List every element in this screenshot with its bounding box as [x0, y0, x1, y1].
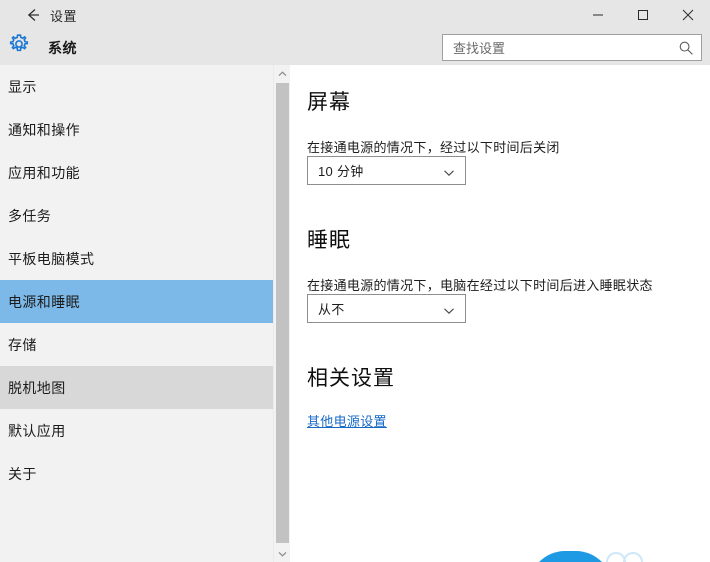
screen-timeout-value: 10 分钟: [318, 164, 364, 179]
chevron-down-icon: [278, 551, 286, 557]
related-settings-title: 相关设置: [307, 367, 395, 390]
back-button[interactable]: [18, 0, 48, 30]
sidebar-item-label: 应用和功能: [8, 164, 80, 181]
gear-icon: [8, 33, 30, 55]
sidebar-item-multitasking[interactable]: 多任务: [0, 194, 273, 237]
maximize-button[interactable]: [620, 0, 665, 30]
close-button[interactable]: [665, 0, 710, 30]
chevron-down-icon: [443, 304, 455, 316]
sidebar-nav: 显示 通知和操作 应用和功能 多任务 平板电脑模式 电源和睡眠 存储 脱机地图 …: [0, 65, 273, 562]
sidebar-item-default-apps[interactable]: 默认应用: [0, 409, 273, 452]
scroll-down-button[interactable]: [274, 545, 290, 562]
search-icon[interactable]: [678, 40, 694, 56]
scrollbar-thumb[interactable]: [276, 83, 289, 543]
sidebar-item-label: 默认应用: [8, 422, 66, 439]
app-header: 系统: [0, 30, 710, 65]
sidebar-item-label: 平板电脑模式: [8, 250, 95, 267]
sidebar-item-label: 显示: [8, 78, 37, 95]
sidebar-item-label: 电源和睡眠: [8, 293, 80, 310]
window-title: 设置: [50, 8, 78, 24]
sleep-timeout-value: 从不: [318, 302, 345, 317]
search-box[interactable]: [442, 34, 702, 62]
settings-content: 屏幕 在接通电源的情况下，经过以下时间后关闭 10 分钟 睡眠 在接通电源的情况…: [291, 65, 710, 562]
window-controls: [575, 0, 710, 30]
sidebar-item-tablet-mode[interactable]: 平板电脑模式: [0, 237, 273, 280]
sidebar-item-label: 存储: [8, 336, 37, 353]
screen-timeout-dropdown[interactable]: 10 分钟: [307, 156, 466, 185]
sleep-timeout-dropdown[interactable]: 从不: [307, 294, 466, 323]
minimize-icon: [592, 14, 603, 16]
settings-window: 设置 系统 查找设置 显示 通知和操作 应用和功能 多任务 平板电脑模式 电源和…: [0, 0, 710, 562]
sleep-section-title: 睡眠: [307, 229, 351, 252]
sidebar-item-storage[interactable]: 存储: [0, 323, 273, 366]
back-arrow-icon: [27, 9, 39, 21]
chevron-up-icon: [278, 70, 286, 76]
screen-section-title: 屏幕: [307, 91, 351, 114]
body-area: 显示 通知和操作 应用和功能 多任务 平板电脑模式 电源和睡眠 存储 脱机地图 …: [0, 65, 710, 562]
screen-section-description: 在接通电源的情况下，经过以下时间后关闭: [307, 140, 560, 155]
sidebar-item-display[interactable]: 显示: [0, 65, 273, 108]
scroll-up-button[interactable]: [274, 65, 290, 82]
title-bar: 设置: [0, 0, 710, 30]
chevron-down-icon: [443, 166, 455, 178]
sidebar-item-notifications[interactable]: 通知和操作: [0, 108, 273, 151]
sleep-section-description: 在接通电源的情况下，电脑在经过以下时间后进入睡眠状态: [307, 278, 653, 293]
sidebar-item-apps[interactable]: 应用和功能: [0, 151, 273, 194]
close-icon: [682, 9, 693, 21]
sidebar-item-label: 关于: [8, 465, 37, 482]
maximize-icon: [637, 10, 648, 20]
sidebar-item-label: 通知和操作: [8, 121, 80, 138]
other-power-settings-link[interactable]: 其他电源设置: [307, 411, 387, 430]
sidebar-item-offline-maps[interactable]: 脱机地图: [0, 366, 273, 409]
search-input[interactable]: [451, 35, 670, 62]
sidebar-item-about[interactable]: 关于: [0, 452, 273, 495]
page-title: 系统: [48, 39, 77, 56]
minimize-button[interactable]: [575, 0, 620, 30]
sidebar-item-label: 脱机地图: [8, 379, 66, 396]
sidebar-scrollbar[interactable]: [273, 65, 290, 562]
sidebar-item-label: 多任务: [8, 207, 52, 224]
sidebar-item-power-sleep[interactable]: 电源和睡眠: [0, 280, 273, 323]
